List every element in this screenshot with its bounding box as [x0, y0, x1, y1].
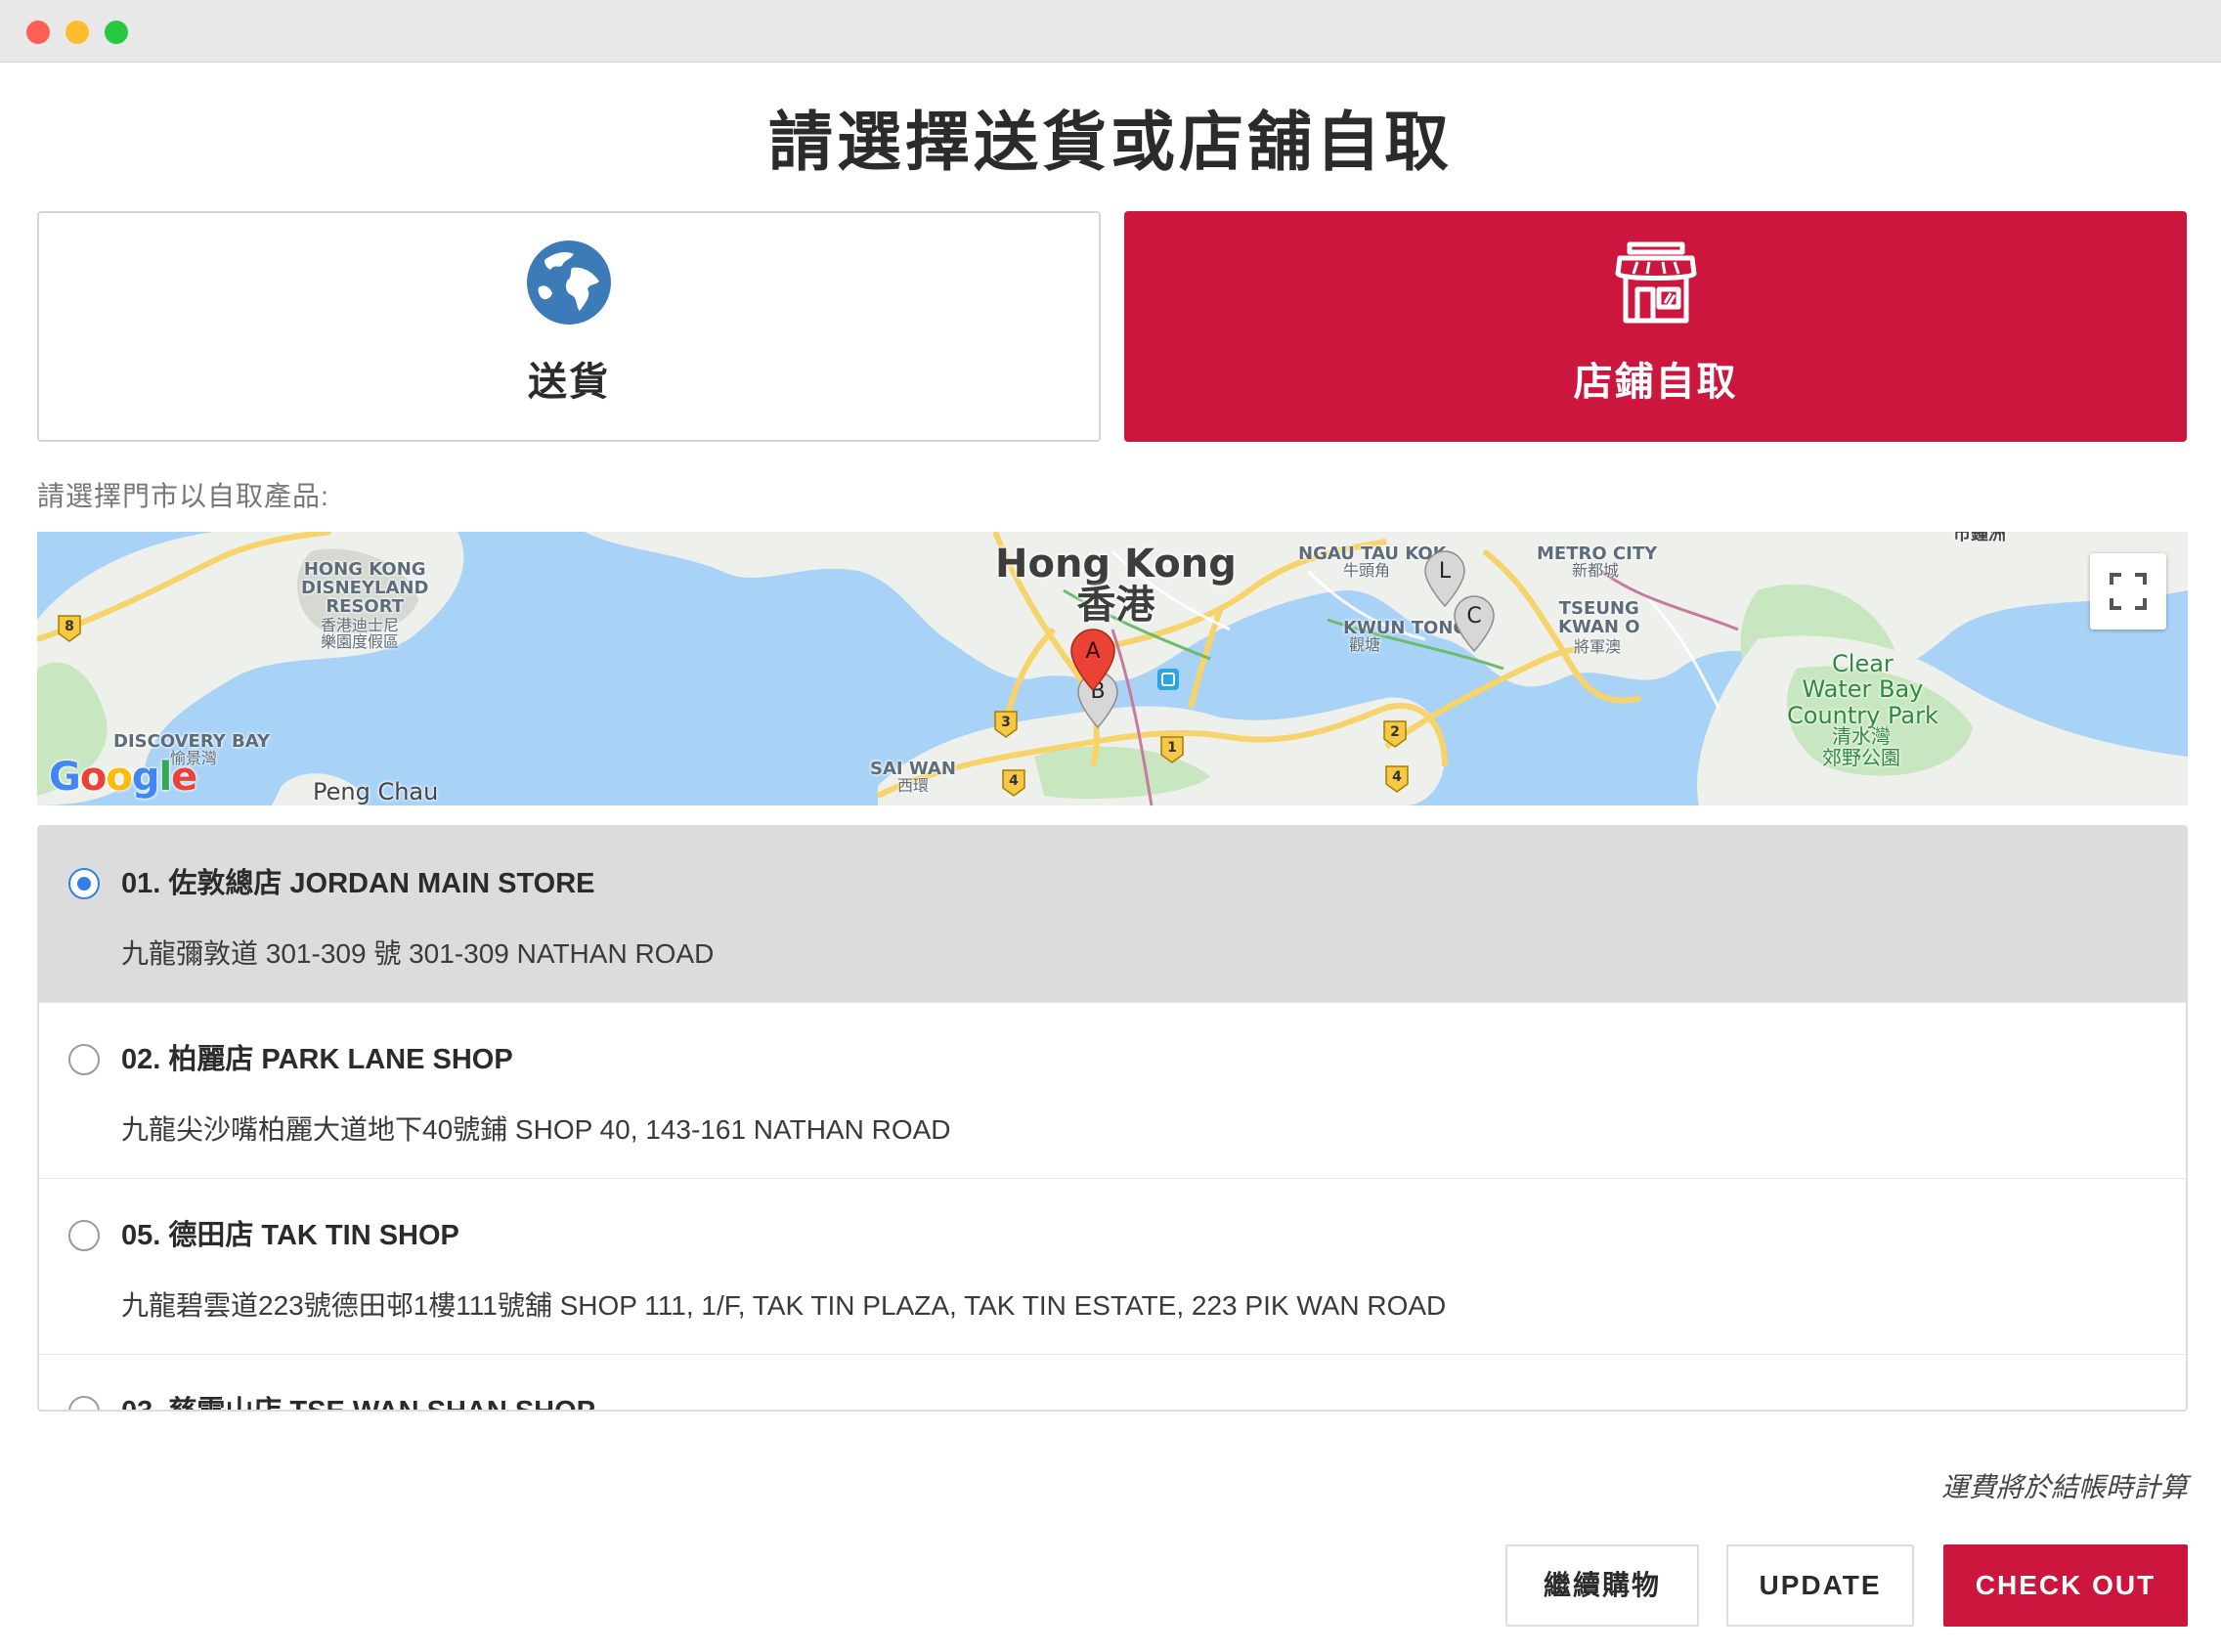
map-label-sai-wan-zh: 西環	[897, 776, 930, 795]
store-address: 九龍彌敦道 301-309 號 301-309 NATHAN ROAD	[121, 938, 715, 969]
minimize-window-button[interactable]	[65, 21, 89, 44]
map-label-tseung-kwan-o: TSEUNG KWAN O	[1558, 598, 1640, 637]
store-radio-tse-wan-shan[interactable]	[68, 1396, 100, 1410]
store-list[interactable]: 01. 佐敦總店 JORDAN MAIN STORE 九龍彌敦道 301-309…	[37, 825, 2188, 1412]
map-city-en: Hong Kong	[995, 542, 1237, 587]
map-label-tseung-kwan-o-zh: 將軍澳	[1574, 637, 1622, 656]
store-option-tse-wan-shan[interactable]: 03. 慈雲山店 TSE WAN SHAN SHOP	[39, 1355, 2186, 1412]
map-city-zh: 香港	[1076, 583, 1155, 628]
store-option-jordan[interactable]: 01. 佐敦總店 JORDAN MAIN STORE 九龍彌敦道 301-309…	[39, 827, 2186, 1003]
store-pickup-option-label: 店鋪自取	[1573, 361, 1738, 404]
map-label-top-right: 市鍾洲	[1953, 532, 2006, 544]
store-map[interactable]: HONG KONG DISNEYLAND RESORT 香港迪士尼 樂園度假區 DIS…	[37, 532, 2188, 805]
storefront-icon	[1615, 241, 1696, 324]
store-select-prompt: 請選擇門市以自取產品:	[37, 481, 329, 511]
map-label-disneyland: HONG KONG DISNEYLAND RESORT	[301, 559, 429, 617]
store-radio-park-lane[interactable]	[68, 1044, 100, 1075]
store-option-park-lane[interactable]: 02. 柏麗店 PARK LANE SHOP 九龍尖沙嘴柏麗大道地下40號鋪 S…	[39, 1003, 2186, 1179]
store-address: 九龍尖沙嘴柏麗大道地下40號鋪 SHOP 40, 143-161 NATHAN …	[121, 1114, 951, 1145]
map-fullscreen-button[interactable]	[2090, 553, 2166, 630]
map-label-clear-water-bay: Clear Water Bay Country Park	[1787, 650, 1938, 729]
continue-shopping-button[interactable]: 繼續購物	[1505, 1544, 1699, 1627]
fullscreen-icon	[2110, 573, 2147, 610]
checkout-button[interactable]: CHECK OUT	[1943, 1544, 2188, 1627]
store-pickup-option[interactable]: 店鋪自取	[1124, 211, 2187, 442]
shipping-note: 運費將於結帳時計算	[1940, 1472, 2188, 1502]
store-name: 05. 德田店 TAK TIN SHOP	[121, 1220, 459, 1251]
store-name: 02. 柏麗店 PARK LANE SHOP	[121, 1044, 513, 1075]
map-city-label: Hong Kong 香港	[995, 543, 1237, 626]
map-label-ngau-tau-kok-zh: 牛頭角	[1343, 561, 1391, 580]
globe-icon	[527, 240, 611, 325]
store-radio-jordan[interactable]	[68, 868, 100, 899]
store-name: 03. 慈雲山店 TSE WAN SHAN SHOP	[121, 1396, 596, 1412]
map-label-metro-city-zh: 新都城	[1572, 561, 1620, 580]
maximize-window-button[interactable]	[105, 21, 128, 44]
delivery-option[interactable]: 送貨	[37, 211, 1101, 442]
close-window-button[interactable]	[26, 21, 50, 44]
map-label-clear-water-bay-zh: 清水灣 郊野公園	[1822, 724, 1900, 769]
delivery-option-label: 送貨	[528, 361, 610, 404]
page-title: 請選擇送貨或店舖自取	[768, 106, 1453, 178]
store-option-tak-tin[interactable]: 05. 德田店 TAK TIN SHOP 九龍碧雲道223號德田邨1樓111號舖…	[39, 1179, 2186, 1355]
store-name: 01. 佐敦總店 JORDAN MAIN STORE	[121, 868, 595, 899]
map-label-kwun-tong-zh: 觀塘	[1349, 635, 1381, 654]
google-logo: Google	[49, 755, 197, 800]
store-radio-tak-tin[interactable]	[68, 1220, 100, 1251]
window-titlebar	[0, 0, 2221, 63]
map-label-peng-chau: Peng Chau	[313, 778, 439, 805]
update-button[interactable]: UPDATE	[1726, 1544, 1914, 1627]
map-label-disneyland-zh: 香港迪士尼 樂園度假區	[321, 616, 400, 651]
store-address: 九龍碧雲道223號德田邨1樓111號舖 SHOP 111, 1/F, TAK T…	[121, 1290, 1447, 1321]
